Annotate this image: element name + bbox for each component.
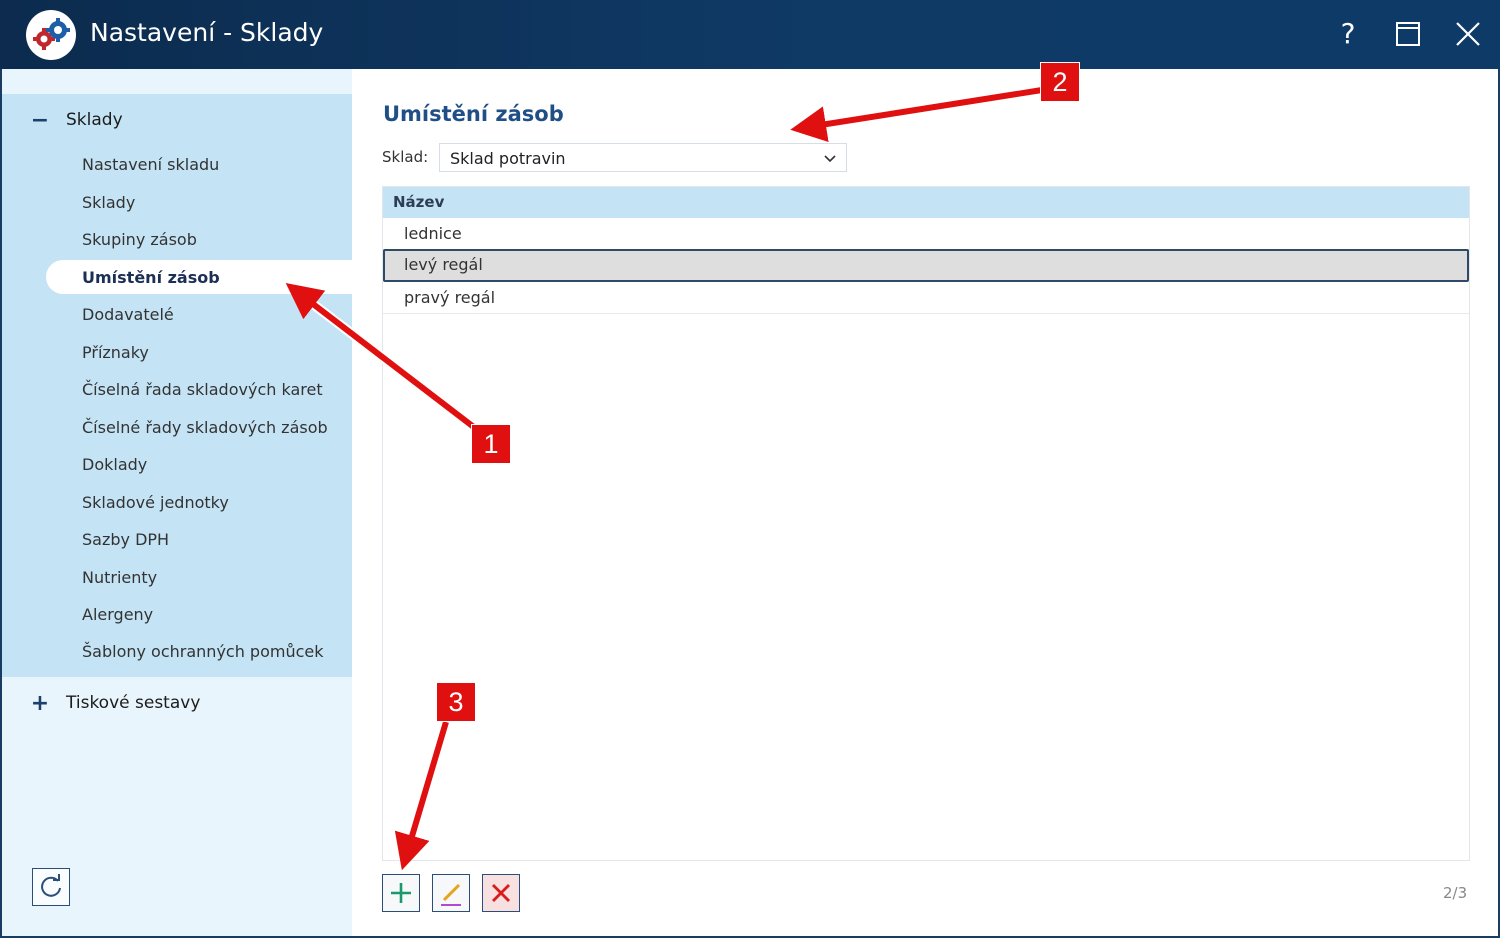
column-header-nazev[interactable]: Název [393, 193, 444, 211]
chevron-down-icon [824, 155, 836, 163]
sidebar-item-ciselne-rady-zasob[interactable]: Číselné řady skladových zásob [46, 410, 352, 444]
table-row[interactable]: pravý regál [383, 282, 1469, 314]
table-header[interactable]: Název [383, 187, 1469, 218]
settings-gears-icon [26, 10, 76, 60]
sidebar-item-doklady[interactable]: Doklady [46, 447, 352, 481]
delete-x-icon [492, 884, 510, 902]
refresh-button[interactable] [32, 868, 70, 906]
close-icon [1456, 22, 1480, 46]
page-title: Umístění zásob [383, 102, 564, 126]
table-row[interactable]: lednice [383, 218, 1469, 250]
sidebar-item-skupiny-zasob[interactable]: Skupiny zásob [46, 222, 352, 256]
sidebar-item-umisteni-zasob[interactable]: Umístění zásob [46, 260, 352, 294]
sklad-select[interactable]: Sklad potravin [439, 143, 847, 172]
close-button[interactable] [1448, 14, 1488, 54]
locations-table: Název lednice levý regál pravý regál [382, 186, 1470, 861]
annotation-callout-3: 3 [436, 682, 476, 722]
table-cell-name: pravý regál [404, 288, 496, 307]
sklad-label: Sklad: [382, 148, 429, 166]
maximize-button[interactable] [1388, 14, 1428, 54]
table-row-selected[interactable]: levý regál [383, 249, 1469, 282]
sidebar-group-label: Tiskové sestavy [66, 693, 201, 713]
table-cell-name: lednice [404, 224, 462, 243]
edit-button[interactable] [432, 874, 470, 912]
title-bar: Nastavení - Sklady ? [0, 0, 1500, 69]
sidebar-item-priznaky[interactable]: Příznaky [46, 335, 352, 369]
annotation-callout-2: 2 [1040, 62, 1080, 102]
sidebar-group-header-tiskove-sestavy[interactable]: + Tiskové sestavy [2, 683, 352, 723]
maximize-icon [1396, 22, 1420, 46]
sidebar-item-ciselna-rada-karet[interactable]: Číselná řada skladových karet [46, 372, 352, 406]
sidebar-item-sklady[interactable]: Sklady [46, 185, 352, 219]
expand-icon[interactable]: + [30, 691, 50, 716]
sidebar-item-sazby-dph[interactable]: Sazby DPH [46, 522, 352, 556]
record-counter: 2/3 [1443, 884, 1468, 902]
delete-button[interactable] [482, 874, 520, 912]
sidebar-item-sablony-pomucek[interactable]: Šablony ochranných pomůcek [46, 634, 352, 668]
sidebar-item-skladove-jednotky[interactable]: Skladové jednotky [46, 485, 352, 519]
add-button[interactable] [382, 874, 420, 912]
sidebar-item-alergeny[interactable]: Alergeny [46, 597, 352, 631]
sidebar: − Sklady Nastavení skladu Sklady Skupiny… [2, 69, 352, 936]
help-button[interactable]: ? [1328, 14, 1368, 54]
sidebar-item-nutrienty[interactable]: Nutrienty [46, 560, 352, 594]
window-title: Nastavení - Sklady [90, 18, 324, 47]
pencil-icon [441, 883, 461, 906]
sidebar-group-label: Sklady [66, 110, 123, 130]
annotation-callout-1: 1 [471, 424, 511, 464]
refresh-icon [41, 874, 61, 897]
plus-icon [391, 883, 411, 903]
sidebar-group-header-sklady[interactable]: − Sklady [2, 100, 352, 140]
sklad-select-value: Sklad potravin [450, 149, 566, 168]
sidebar-item-nastaveni-skladu[interactable]: Nastavení skladu [46, 147, 352, 181]
sidebar-item-dodavatele[interactable]: Dodavatelé [46, 297, 352, 331]
table-cell-name: levý regál [404, 255, 483, 274]
collapse-icon[interactable]: − [30, 108, 50, 133]
